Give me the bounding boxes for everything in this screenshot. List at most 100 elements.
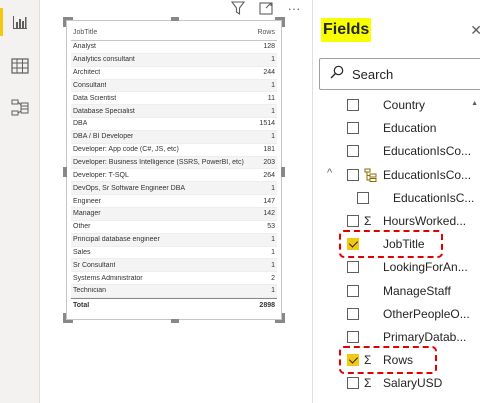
- cell-rows: 181: [263, 146, 275, 154]
- table-row[interactable]: Engineer 147: [71, 195, 277, 208]
- field-checkbox[interactable]: [347, 331, 359, 343]
- table-row[interactable]: Technician 1: [71, 285, 277, 298]
- fields-pane-title: Fields: [321, 18, 372, 42]
- table-row[interactable]: Consultant 1: [71, 79, 277, 93]
- total-label: Total: [73, 301, 90, 309]
- table-row[interactable]: Developer: T-SQL 264: [71, 169, 277, 183]
- table-row[interactable]: Developer: Business Intelligence (SSRS, …: [71, 156, 277, 170]
- resize-handle[interactable]: [275, 313, 285, 323]
- resize-handle[interactable]: [281, 167, 285, 177]
- more-options-icon[interactable]: ···: [286, 0, 302, 16]
- cell-jobtitle: Data Scientist: [73, 94, 117, 102]
- model-view-icon[interactable]: [0, 90, 40, 126]
- cell-jobtitle: Sales: [73, 248, 91, 256]
- table-total-row: Total 2898: [71, 297, 277, 312]
- expand-chevron-icon[interactable]: ^: [327, 167, 332, 179]
- field-item[interactable]: Education: [313, 117, 480, 139]
- cell-rows: 1: [271, 236, 275, 244]
- field-item[interactable]: ManageStaff: [313, 280, 480, 302]
- field-item[interactable]: EducationIsC...: [313, 187, 480, 209]
- field-checkbox[interactable]: [347, 284, 359, 297]
- view-switcher-rail: [0, 0, 40, 403]
- cell-jobtitle: Architect: [73, 69, 101, 77]
- table-row[interactable]: Manager 142: [71, 207, 277, 221]
- cell-jobtitle: Database Specialist: [73, 107, 135, 115]
- cell-rows: 1: [271, 81, 275, 89]
- filter-icon[interactable]: [230, 0, 246, 16]
- field-item[interactable]: Σ SalaryUSD: [313, 372, 480, 394]
- column-header-rows[interactable]: Rows: [257, 29, 275, 36]
- table-body: Analyst 128 Analytics consultant 1 Architect…: [71, 41, 277, 298]
- table-row[interactable]: DevOps, Sr Software Engineer DBA 1: [71, 182, 277, 196]
- table-row[interactable]: Systems Administrator 2: [71, 272, 277, 286]
- field-checkbox[interactable]: [347, 307, 359, 320]
- field-checkbox[interactable]: [347, 168, 359, 181]
- table-row[interactable]: Other 53: [71, 221, 277, 234]
- field-item[interactable]: PrimaryDatab...: [313, 326, 480, 348]
- field-checkbox[interactable]: [347, 145, 359, 158]
- field-label: EducationIsCo...: [383, 167, 472, 182]
- search-icon: [330, 65, 344, 84]
- field-label: EducationIsCo...: [383, 144, 472, 159]
- cell-rows: 2: [271, 274, 275, 282]
- cell-rows: 1: [271, 56, 275, 64]
- cell-jobtitle: Analytics consultant: [73, 56, 135, 64]
- close-icon[interactable]: ✕: [470, 22, 480, 39]
- resize-handle[interactable]: [171, 319, 179, 323]
- data-table: JobTitle Rows Analyst 128 Analytics consul…: [71, 25, 277, 312]
- table-row[interactable]: Principal database engineer 1: [71, 233, 277, 247]
- cell-rows: 1: [271, 184, 275, 192]
- field-item[interactable]: LookingForAn...: [313, 256, 480, 278]
- field-checkbox[interactable]: [357, 191, 369, 204]
- field-checkbox[interactable]: [347, 377, 359, 390]
- field-label: HoursWorked...: [383, 214, 467, 228]
- cell-jobtitle: Systems Administrator: [73, 274, 143, 282]
- cell-rows: 53: [267, 223, 275, 231]
- field-item[interactable]: OtherPeopleO...: [313, 303, 480, 325]
- field-checkbox[interactable]: [347, 261, 359, 274]
- report-view-icon[interactable]: [0, 4, 40, 40]
- table-row[interactable]: Architect 244: [71, 67, 277, 80]
- scrollbar[interactable]: ▲: [471, 100, 480, 380]
- resize-handle[interactable]: [63, 167, 67, 177]
- scroll-up-icon[interactable]: ▲: [471, 100, 478, 107]
- table-row[interactable]: Sales 1: [71, 247, 277, 260]
- cell-jobtitle: Principal database engineer: [73, 236, 160, 244]
- table-row[interactable]: Data Scientist 11: [71, 92, 277, 106]
- resize-handle[interactable]: [171, 17, 179, 21]
- table-row[interactable]: Sr Consultant 1: [71, 259, 277, 273]
- table-row[interactable]: Developer: App code (C#, JS, etc) 181: [71, 144, 277, 157]
- table-row[interactable]: Analyst 128: [71, 41, 277, 54]
- field-item[interactable]: ^ EducationIsCo...: [313, 164, 480, 186]
- table-row[interactable]: Analytics consultant 1: [71, 53, 277, 67]
- data-view-icon[interactable]: [0, 48, 40, 84]
- selection-highlight-box: [339, 230, 443, 259]
- cell-rows: 128: [263, 43, 275, 51]
- table-row[interactable]: Database Specialist 1: [71, 105, 277, 119]
- cell-jobtitle: Developer: App code (C#, JS, etc): [73, 146, 179, 154]
- column-header-jobtitle[interactable]: JobTitle: [73, 29, 97, 36]
- table-visual[interactable]: JobTitle Rows Analyst 128 Analytics consul…: [63, 17, 285, 323]
- field-item[interactable]: Σ HoursWorked...: [313, 210, 480, 232]
- field-checkbox[interactable]: [347, 122, 359, 135]
- cell-rows: 11: [267, 94, 275, 102]
- resize-handle[interactable]: [63, 313, 73, 323]
- field-checkbox[interactable]: [347, 99, 359, 111]
- field-label: Country: [383, 98, 426, 112]
- cell-rows: 1514: [259, 120, 275, 128]
- field-label: SalaryUSD: [383, 376, 443, 391]
- sigma-icon: Σ: [364, 376, 372, 391]
- fields-pane: Fields ✕ Search Country Education Educatio…: [312, 0, 480, 403]
- search-input[interactable]: Search: [319, 58, 480, 90]
- field-checkbox[interactable]: [347, 215, 359, 227]
- field-item[interactable]: Country: [313, 94, 480, 116]
- field-label: ManageStaff: [383, 283, 451, 298]
- table-row[interactable]: DBA 1514: [71, 118, 277, 131]
- focus-mode-icon[interactable]: [258, 0, 274, 16]
- field-item[interactable]: EducationIsCo...: [313, 140, 480, 162]
- table-row[interactable]: DBA / BI Developer 1: [71, 130, 277, 144]
- field-label: Education: [383, 121, 437, 136]
- field-label: EducationIsC...: [393, 190, 475, 205]
- cell-rows: 203: [263, 159, 275, 167]
- cell-rows: 1: [271, 287, 275, 295]
